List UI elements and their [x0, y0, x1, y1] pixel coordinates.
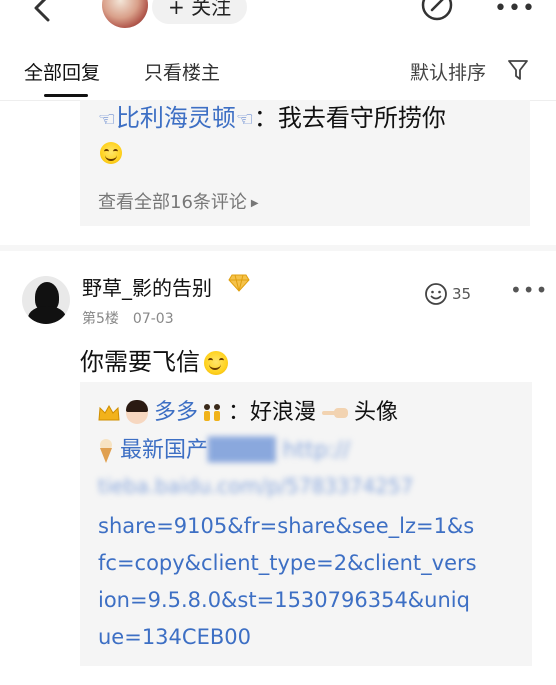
url-line-4[interactable]: ue=134CEB00: [98, 625, 251, 649]
like-count: 35: [452, 285, 472, 303]
link-line[interactable]: 最新国产████ http://: [98, 432, 350, 464]
dancers-emoji-icon: [204, 404, 221, 421]
post-username[interactable]: 野草_影的告别: [82, 272, 212, 301]
pointing-hand-icon: ☜: [98, 107, 116, 131]
compose-icon[interactable]: [420, 0, 454, 22]
forum-avatar[interactable]: [102, 0, 148, 28]
vip-diamond-icon: [228, 274, 250, 292]
url-line-1[interactable]: share=9105&fr=share&see_lz=1&s: [98, 514, 474, 538]
post-content: 你需要飞信: [80, 342, 228, 377]
tab-all-replies[interactable]: 全部回复: [24, 58, 100, 85]
blurred-link-text: ████ http://: [208, 438, 351, 463]
user-avatar[interactable]: [22, 276, 70, 324]
pointing-left-hand-icon: [322, 408, 349, 418]
sub-reply-box[interactable]: 多多 ：好浪漫 头像 最新国产████ http:// tieba.baidu.…: [80, 382, 532, 666]
tab-op-only[interactable]: 只看楼主: [144, 58, 220, 85]
reply-preview-line: ☜比利海灵顿☜：我去看守所捞你: [98, 98, 446, 133]
reply-preview-user[interactable]: 比利海灵顿: [116, 104, 236, 132]
pointing-hand-icon: ☜: [235, 107, 254, 131]
post-text: 你需要飞信: [80, 348, 200, 376]
back-arrow-icon[interactable]: [30, 0, 56, 24]
follow-button[interactable]: + 关注: [152, 0, 248, 24]
top-bar: + 关注 •••: [0, 0, 556, 34]
divider: [0, 245, 556, 251]
reply-preview-text: ：我去看守所捞你: [253, 104, 446, 132]
ice-cream-icon: [100, 439, 112, 463]
smile-emoji-icon: [100, 142, 122, 164]
filter-icon[interactable]: [508, 59, 528, 81]
post-date: 07-03: [132, 311, 174, 327]
sub-reply-text-2: 头像: [354, 400, 399, 425]
link-prefix[interactable]: 最新国产: [120, 438, 208, 463]
reply-tabs: 全部回复 只看楼主 默认排序: [0, 46, 556, 101]
like-icon[interactable]: [424, 282, 448, 306]
sub-reply-line: 多多 ：好浪漫 头像: [98, 394, 398, 426]
sub-reply-text: ：好浪漫: [228, 400, 317, 425]
reply-preview-box[interactable]: ☜比利海灵顿☜：我去看守所捞你 查看全部16条评论 ▶: [80, 100, 530, 226]
more-icon[interactable]: •••: [494, 0, 536, 21]
girl-emoji-icon: [126, 400, 148, 424]
url-line-2[interactable]: fc=copy&client_type=2&client_vers: [98, 551, 477, 575]
post-meta: 第5楼 07-03: [82, 308, 174, 328]
sort-button[interactable]: 默认排序: [410, 58, 486, 85]
blurred-url-line: tieba.baidu.com/p/5783374257: [98, 474, 414, 498]
smile-emoji-icon: [204, 351, 228, 375]
view-all-comments-link[interactable]: 查看全部16条评论 ▶: [98, 188, 259, 214]
url-line-3[interactable]: ion=9.5.8.0&st=1530796354&uniq: [98, 588, 470, 612]
crown-icon: [98, 404, 120, 421]
active-tab-indicator: [44, 94, 88, 97]
post-more-icon[interactable]: •••: [510, 278, 548, 302]
floor-number: 第5楼: [82, 311, 119, 327]
sub-reply-user[interactable]: 多多: [154, 400, 198, 425]
caret-right-icon: ▶: [250, 197, 259, 209]
